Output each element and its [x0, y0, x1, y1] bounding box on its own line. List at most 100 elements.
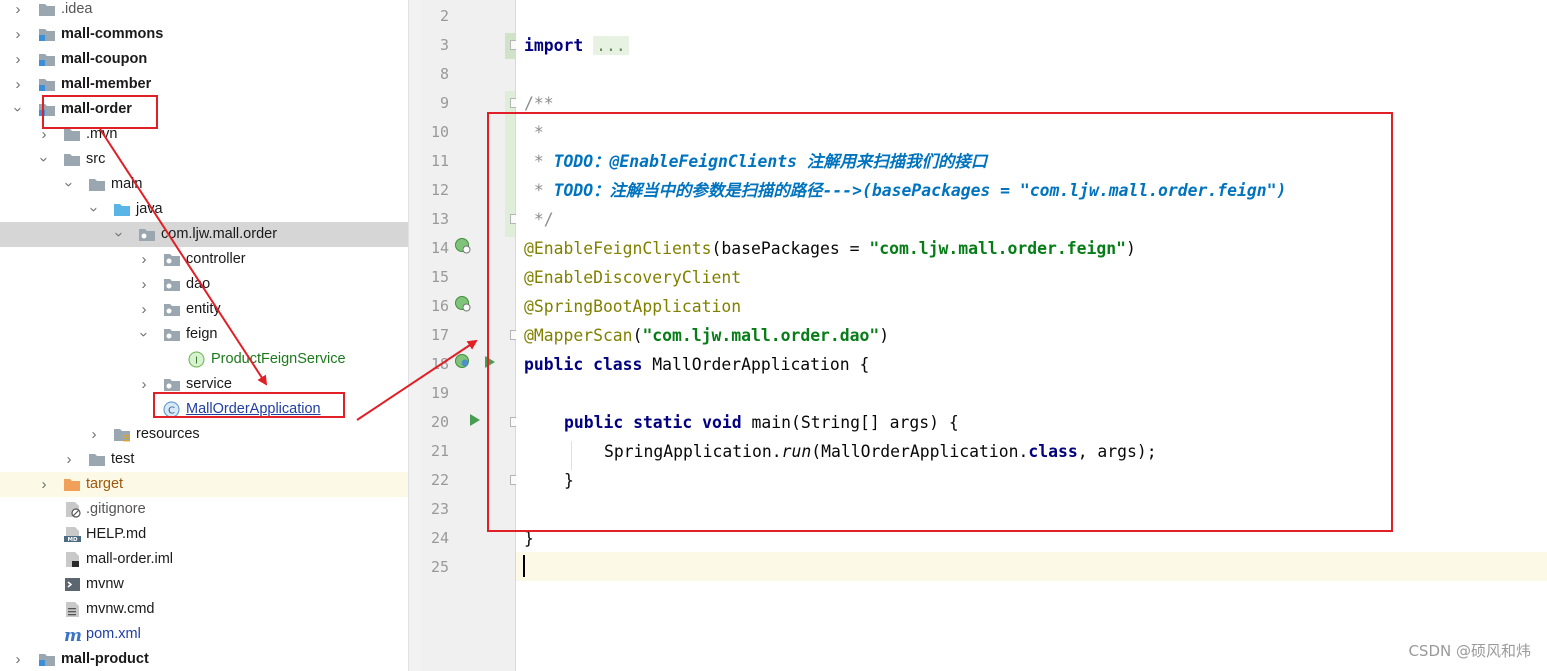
chevron-down-icon[interactable]: ›	[32, 153, 57, 167]
line-number: 12	[430, 181, 449, 199]
tree-item-feign[interactable]: › feign	[0, 322, 408, 347]
tree-item-test[interactable]: › test	[0, 447, 408, 472]
watermark: CSDN @硕风和炜	[1408, 642, 1531, 660]
tree-item-label: java	[136, 201, 163, 217]
chevron-right-icon[interactable]: ›	[137, 247, 151, 272]
tree-item-java[interactable]: › java	[0, 197, 408, 222]
module-folder-icon	[39, 54, 55, 66]
resources-folder-icon	[114, 429, 130, 442]
text-file-icon	[66, 602, 79, 617]
package-icon	[164, 304, 180, 316]
markdown-file-icon: MD	[64, 527, 81, 543]
tree-item-product-feign-service[interactable]: I ProductFeignService	[0, 347, 408, 372]
tree-item-mall-commons[interactable]: › mall-commons	[0, 22, 408, 47]
tree-item-main[interactable]: › main	[0, 172, 408, 197]
line-number: 18	[430, 355, 449, 373]
tree-item-label: HELP.md	[86, 526, 147, 542]
chevron-down-icon[interactable]: ›	[6, 103, 31, 117]
spring-bean-icon[interactable]	[454, 295, 472, 313]
tree-item-entity[interactable]: › entity	[0, 297, 408, 322]
tree-item-mvnw[interactable]: mvnw	[0, 572, 408, 597]
tree-item-label: pom.xml	[86, 626, 141, 642]
folder-icon	[89, 179, 105, 191]
tree-item-label: mvnw.cmd	[86, 601, 155, 617]
chevron-right-icon[interactable]: ›	[11, 0, 25, 22]
tree-item-mall-member[interactable]: › mall-member	[0, 72, 408, 97]
tree-item-help-md[interactable]: MD HELP.md	[0, 522, 408, 547]
tree-item-label: mall-order.iml	[86, 551, 174, 567]
tree-item-label: .gitignore	[86, 501, 146, 517]
tree-item-label: target	[86, 476, 124, 492]
svg-text:m: m	[64, 626, 82, 643]
spring-bean-icon[interactable]	[454, 353, 472, 371]
tree-item-pom-xml[interactable]: m pom.xml	[0, 622, 408, 647]
folded-imports[interactable]: ...	[593, 36, 629, 55]
folder-icon	[39, 4, 55, 16]
line-number: 9	[439, 94, 449, 112]
chevron-right-icon[interactable]: ›	[87, 422, 101, 447]
chevron-down-icon[interactable]: ›	[82, 203, 107, 217]
line-number: 8	[439, 65, 449, 83]
maven-file-icon: m	[64, 626, 82, 643]
tree-item-idea[interactable]: › .idea	[0, 0, 408, 22]
folder-icon	[89, 454, 105, 466]
chevron-right-icon[interactable]: ›	[11, 47, 25, 72]
tree-item-resources[interactable]: › resources	[0, 422, 408, 447]
tree-item-target[interactable]: › target	[0, 472, 408, 497]
line-number: 2	[439, 7, 449, 25]
tree-item-controller[interactable]: › controller	[0, 247, 408, 272]
chevron-down-icon[interactable]: ›	[57, 178, 82, 192]
module-folder-icon	[39, 79, 55, 91]
line-number: 22	[430, 471, 449, 489]
tree-item-label: ProductFeignService	[211, 351, 346, 367]
line-number: 23	[430, 500, 449, 518]
chevron-right-icon[interactable]: ›	[137, 372, 151, 397]
tree-item-gitignore[interactable]: .gitignore	[0, 497, 408, 522]
line-number: 3	[439, 36, 449, 54]
gitignore-file-icon	[66, 502, 81, 518]
line-number: 20	[430, 413, 449, 431]
run-icon[interactable]	[466, 411, 484, 429]
chevron-right-icon[interactable]: ›	[11, 72, 25, 97]
tree-item-mall-coupon[interactable]: › mall-coupon	[0, 47, 408, 72]
chevron-down-icon[interactable]: ›	[107, 228, 132, 242]
package-icon	[164, 379, 180, 391]
tree-item-mvnw-cmd[interactable]: mvnw.cmd	[0, 597, 408, 622]
tree-item-iml[interactable]: mall-order.iml	[0, 547, 408, 572]
line-number: 11	[430, 152, 449, 170]
chevron-right-icon[interactable]: ›	[11, 22, 25, 47]
chevron-right-icon[interactable]: ›	[137, 272, 151, 297]
text-caret	[523, 555, 525, 577]
line-number: 16	[430, 297, 449, 315]
tree-item-package-order[interactable]: › com.ljw.mall.order	[0, 222, 408, 247]
tree-item-dao[interactable]: › dao	[0, 272, 408, 297]
line-number: 19	[430, 384, 449, 402]
chevron-right-icon[interactable]: ›	[137, 297, 151, 322]
tree-item-label: resources	[136, 426, 200, 442]
tree-item-label: src	[86, 151, 106, 167]
line-number: 24	[430, 529, 449, 547]
caret-line-highlight	[516, 552, 1547, 581]
tree-item-label: mall-coupon	[61, 51, 148, 67]
shell-file-icon	[65, 578, 80, 591]
tree-item-label: com.ljw.mall.order	[161, 226, 278, 242]
tree-item-label: entity	[186, 301, 221, 317]
iml-file-icon	[66, 552, 79, 567]
folder-icon	[64, 129, 80, 141]
panel-splitter[interactable]	[408, 0, 421, 671]
tree-item-label: dao	[186, 276, 211, 292]
source-folder-icon	[114, 204, 130, 216]
tree-item-label: mall-product	[61, 651, 149, 667]
tree-item-label: mvnw	[86, 576, 124, 592]
line-number: 14	[430, 239, 449, 257]
tree-item-src[interactable]: › src	[0, 147, 408, 172]
chevron-right-icon[interactable]: ›	[11, 647, 25, 671]
chevron-right-icon[interactable]: ›	[37, 472, 51, 497]
tree-item-mall-product[interactable]: › mall-product	[0, 647, 408, 671]
spring-bean-icon[interactable]	[454, 237, 472, 255]
line-number: 25	[430, 558, 449, 576]
chevron-right-icon[interactable]: ›	[62, 447, 76, 472]
highlight-box-class	[153, 392, 345, 418]
chevron-down-icon[interactable]: ›	[132, 328, 157, 342]
package-icon	[139, 229, 155, 241]
